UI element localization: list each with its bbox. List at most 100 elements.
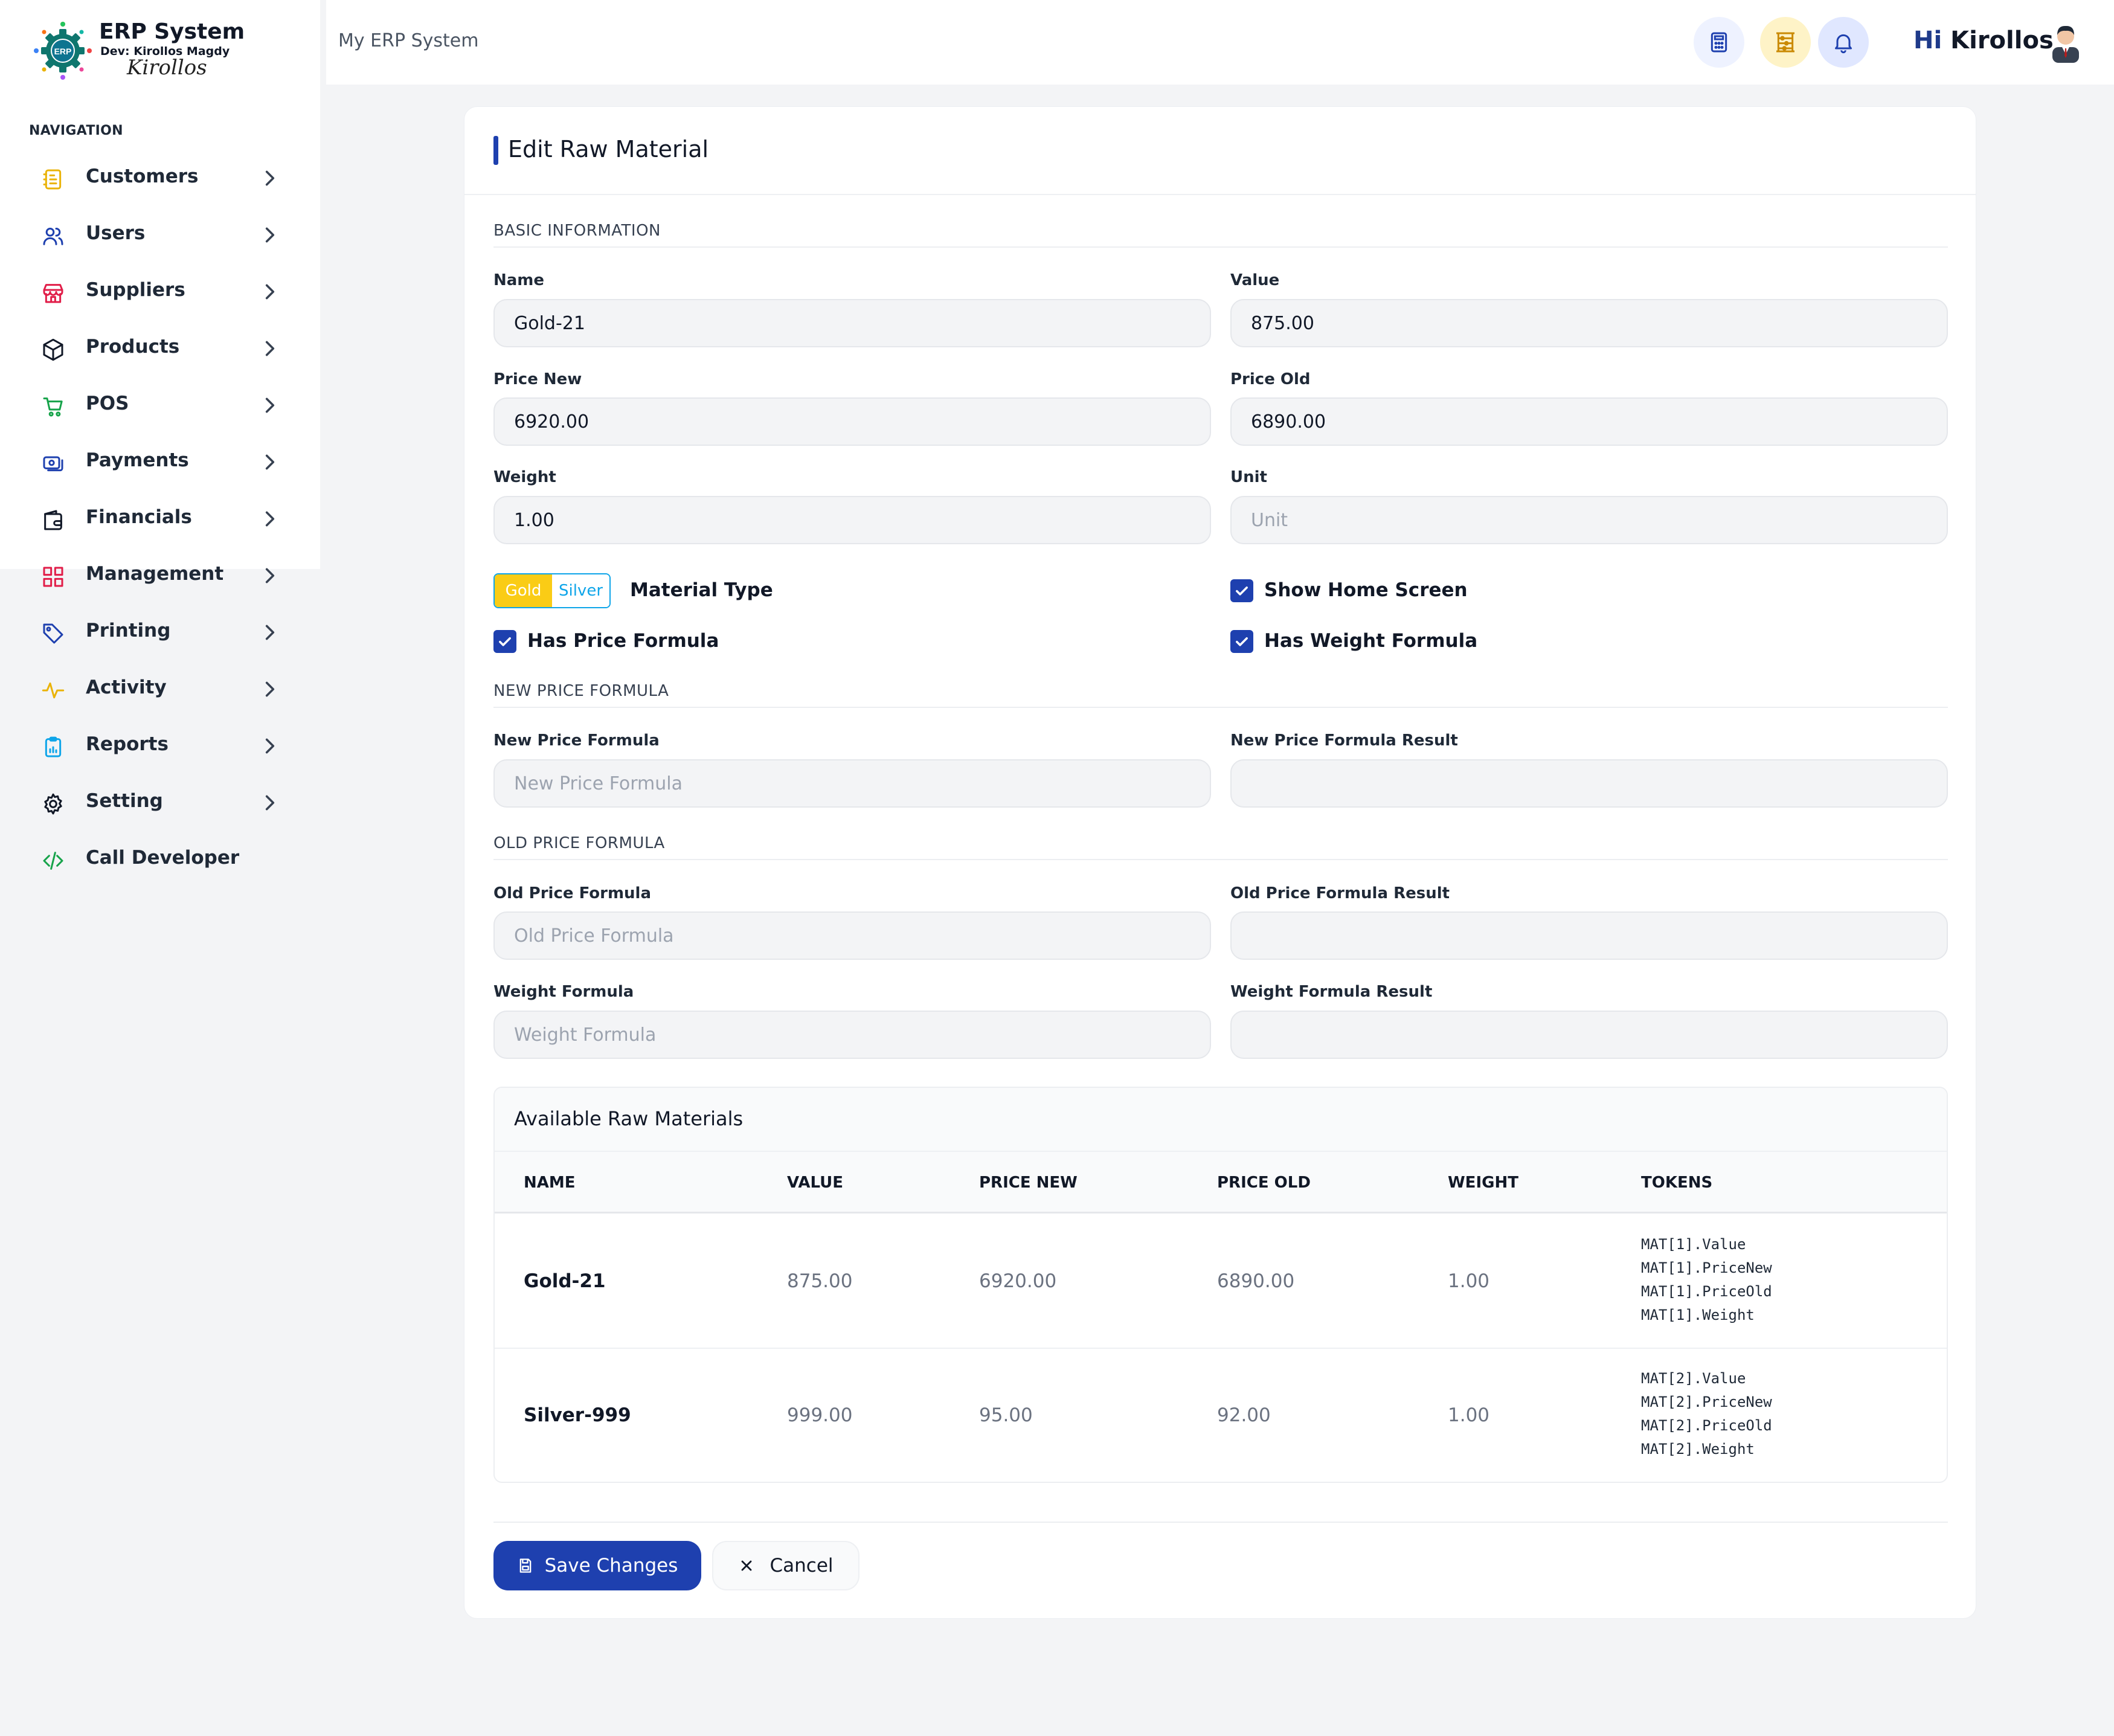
sidebar-item-customers[interactable]: Customers bbox=[0, 150, 320, 207]
unit-input[interactable] bbox=[1230, 496, 1948, 544]
token[interactable]: MAT[2].Value bbox=[1641, 1367, 1772, 1390]
nav-heading: NAVIGATION bbox=[29, 123, 123, 138]
weight-formula-result-input[interactable] bbox=[1230, 1011, 1948, 1059]
price-old-input[interactable] bbox=[1230, 397, 1948, 446]
token[interactable]: MAT[1].PriceNew bbox=[1641, 1256, 1772, 1280]
chevron-right-icon bbox=[262, 452, 278, 472]
save-changes-label: Save Changes bbox=[544, 1555, 678, 1577]
token[interactable]: MAT[1].Weight bbox=[1641, 1304, 1772, 1327]
chevron-right-icon bbox=[265, 341, 275, 356]
cell-price-new: 6920.00 bbox=[979, 1270, 1057, 1292]
sidebar-item-printing[interactable]: Printing bbox=[0, 604, 320, 661]
old-price-formula-input[interactable] bbox=[493, 911, 1211, 960]
weight-label: Weight bbox=[493, 468, 556, 486]
cancel-button[interactable]: Cancel bbox=[712, 1541, 859, 1590]
show-home-screen-checkbox[interactable] bbox=[1230, 579, 1253, 602]
column-header-price-new[interactable]: PRICE NEW bbox=[979, 1174, 1078, 1192]
breadcrumb[interactable]: My ERP System bbox=[338, 30, 478, 51]
chevron-right-icon bbox=[262, 509, 278, 529]
column-header-weight[interactable]: WEIGHT bbox=[1448, 1174, 1518, 1192]
section-divider bbox=[493, 859, 1948, 860]
weight-formula-result-label: Weight Formula Result bbox=[1230, 983, 1433, 1001]
user-greeting[interactable]: Hi Kirollos bbox=[1913, 27, 2054, 54]
activity-icon bbox=[41, 678, 65, 702]
material-type-silver[interactable]: Silver bbox=[552, 574, 609, 607]
section-new-price-formula: NEW PRICE FORMULA bbox=[493, 682, 669, 700]
erp-gear-logo: ERP bbox=[34, 22, 92, 80]
abacus-button[interactable] bbox=[1760, 17, 1811, 68]
sidebar-item-users[interactable]: Users bbox=[0, 207, 320, 263]
tag-icon bbox=[41, 622, 65, 646]
chevron-right-icon bbox=[262, 282, 278, 301]
top-bar: My ERP System Hi Kirollos bbox=[326, 0, 2114, 85]
chevron-right-icon bbox=[265, 568, 275, 583]
cell-value: 999.00 bbox=[787, 1404, 853, 1426]
new-price-formula-input[interactable] bbox=[493, 759, 1211, 808]
calculator-button[interactable] bbox=[1694, 17, 1744, 68]
has-weight-formula-checkbox[interactable] bbox=[1230, 630, 1253, 653]
cell-weight: 1.00 bbox=[1448, 1404, 1490, 1426]
chevron-right-icon bbox=[262, 225, 278, 245]
chevron-right-icon bbox=[262, 169, 278, 188]
sidebar-item-setting[interactable]: Setting bbox=[0, 774, 320, 831]
weight-formula-input[interactable] bbox=[493, 1011, 1211, 1059]
show-home-screen-label: Show Home Screen bbox=[1264, 579, 1468, 601]
token[interactable]: MAT[1].PriceOld bbox=[1641, 1280, 1772, 1304]
has-price-formula-checkbox[interactable] bbox=[493, 630, 516, 653]
cell-value: 875.00 bbox=[787, 1270, 853, 1292]
chevron-right-icon bbox=[265, 397, 275, 413]
sidebar-item-pos[interactable]: POS bbox=[0, 377, 320, 434]
value-input[interactable] bbox=[1230, 299, 1948, 347]
token[interactable]: MAT[2].PriceOld bbox=[1641, 1414, 1772, 1438]
notifications-button[interactable] bbox=[1818, 17, 1869, 68]
sidebar-item-payments[interactable]: Payments bbox=[0, 434, 320, 490]
new-price-formula-label: New Price Formula bbox=[493, 731, 660, 750]
avatar[interactable] bbox=[2048, 21, 2084, 63]
price-new-input[interactable] bbox=[493, 397, 1211, 446]
save-changes-button[interactable]: Save Changes bbox=[493, 1541, 701, 1590]
chevron-right-icon bbox=[265, 227, 275, 243]
section-divider bbox=[493, 246, 1948, 248]
brand-logo[interactable]: ERP ERP System Dev: Kirollos Magdy Kirol… bbox=[30, 18, 296, 85]
material-type-label: Material Type bbox=[630, 579, 773, 601]
new-price-formula-result-label: New Price Formula Result bbox=[1230, 731, 1458, 750]
sidebar-item-reports[interactable]: Reports bbox=[0, 718, 320, 774]
token[interactable]: MAT[2].PriceNew bbox=[1641, 1390, 1772, 1414]
title-accent bbox=[493, 136, 498, 165]
chevron-right-icon bbox=[262, 566, 278, 585]
sidebar-item-label: Call Developer bbox=[86, 847, 240, 869]
edit-raw-material-card: Edit Raw Material BASIC INFORMATION Name… bbox=[464, 106, 1976, 1619]
sidebar-item-label: Financials bbox=[86, 506, 192, 528]
page-title: Edit Raw Material bbox=[508, 136, 709, 162]
material-type-gold[interactable]: Gold bbox=[495, 574, 552, 607]
cell-price-old: 92.00 bbox=[1217, 1404, 1271, 1426]
sidebar-item-financials[interactable]: Financials bbox=[0, 490, 320, 547]
chevron-right-icon bbox=[262, 623, 278, 642]
logo-text: ERP bbox=[54, 47, 72, 56]
old-price-formula-result-input[interactable] bbox=[1230, 911, 1948, 960]
sidebar-item-activity[interactable]: Activity bbox=[0, 661, 320, 718]
token[interactable]: MAT[2].Weight bbox=[1641, 1438, 1772, 1461]
section-old-price-formula: OLD PRICE FORMULA bbox=[493, 834, 665, 852]
column-header-name[interactable]: NAME bbox=[524, 1174, 576, 1192]
sidebar-item-products[interactable]: Products bbox=[0, 320, 320, 377]
column-header-value[interactable]: VALUE bbox=[787, 1174, 843, 1192]
sidebar-item-management[interactable]: Management bbox=[0, 547, 320, 604]
new-price-formula-result-input[interactable] bbox=[1230, 759, 1948, 808]
sidebar-item-suppliers[interactable]: Suppliers bbox=[0, 263, 320, 320]
section-divider bbox=[493, 707, 1948, 708]
table-row[interactable]: Gold-21 875.00 6920.00 6890.00 1.00 MAT[… bbox=[495, 1215, 1947, 1349]
chevron-right-icon bbox=[262, 396, 278, 415]
token[interactable]: MAT[1].Value bbox=[1641, 1233, 1772, 1256]
weight-input[interactable] bbox=[493, 496, 1211, 544]
column-header-price-old[interactable]: PRICE OLD bbox=[1217, 1174, 1311, 1192]
name-input[interactable] bbox=[493, 299, 1211, 347]
sidebar-item-label: Printing bbox=[86, 620, 171, 641]
calculator-icon bbox=[1711, 32, 1727, 53]
cell-weight: 1.00 bbox=[1448, 1270, 1490, 1292]
sidebar-item-call-developer[interactable]: Call Developer bbox=[0, 831, 320, 888]
cell-name: Gold-21 bbox=[524, 1270, 606, 1292]
table-row[interactable]: Silver-999 999.00 95.00 92.00 1.00 MAT[2… bbox=[495, 1349, 1947, 1482]
column-header-tokens[interactable]: TOKENS bbox=[1641, 1174, 1712, 1192]
chevron-right-icon bbox=[262, 793, 278, 812]
